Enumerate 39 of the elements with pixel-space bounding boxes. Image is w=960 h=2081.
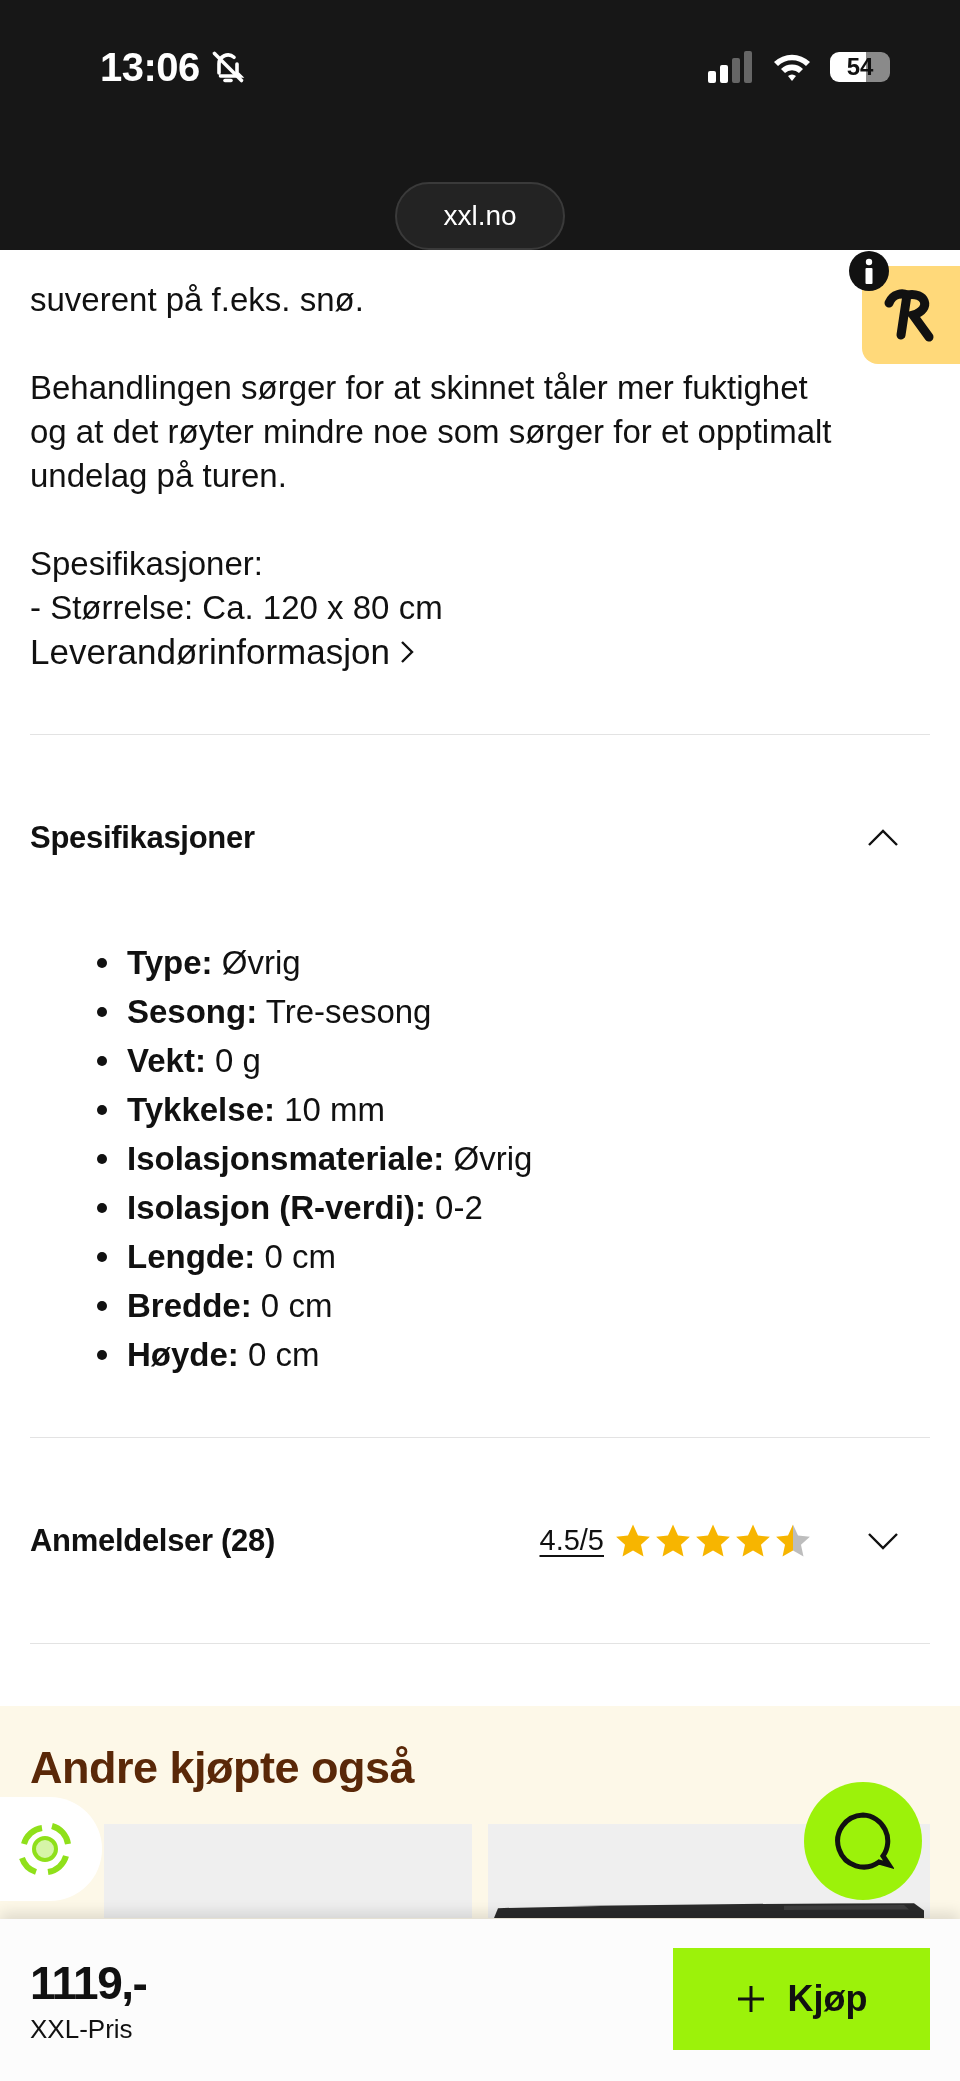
bullet: [97, 1104, 107, 1115]
wifi-icon: [772, 52, 812, 83]
price: 1119,-: [30, 1955, 147, 2010]
description-text: Spesifikasjoner: - Størrelse: Ca. 120 x 80 cm: [30, 544, 444, 628]
spec-item: Tykkelse: 10 mm: [127, 1090, 385, 1130]
spec-item: Type: Øvrig: [127, 943, 301, 983]
bullet: [97, 1055, 107, 1066]
spec-item: Isolasjon (R-verdi): 0-2: [127, 1188, 483, 1228]
section-title[interactable]: Spesifikasjoner: [30, 819, 866, 856]
status-time: 13:06: [100, 44, 200, 90]
bullet: [97, 1153, 107, 1164]
spec-item: Isolasjonsmateriale: Øvrig: [127, 1139, 533, 1179]
section-title[interactable]: Anmeldelser (28): [30, 1522, 540, 1559]
bullet: [97, 1006, 107, 1017]
bullet: [97, 957, 107, 968]
chevron-right-icon: [399, 640, 414, 664]
description-text: Behandlingen sørger for at skinnet tåler mer fuktighet og at det røyter mindre noe som sørger for et opptimalt undelag på turen.: [30, 368, 833, 496]
bullet: [97, 1251, 107, 1262]
spec-item: Bredde: 0 cm: [127, 1286, 333, 1326]
url-bar[interactable]: xxl.no: [395, 182, 565, 250]
supplier-link[interactable]: Leverandørinformasjon: [30, 632, 414, 672]
description-text: suverent på f.eks. snø.: [30, 280, 365, 320]
bullet: [97, 1202, 107, 1213]
chat-bubble-icon: [832, 1810, 894, 1872]
r-logo-badge[interactable]: [862, 266, 960, 364]
spec-item: Høyde: 0 cm: [127, 1335, 320, 1375]
section-heading: Andre kjøpte også: [30, 1742, 416, 1794]
spec-item: Sesong: Tre-sesong: [127, 992, 432, 1032]
info-icon[interactable]: [849, 251, 889, 291]
rating-link[interactable]: 4.5/5: [539, 1524, 604, 1557]
battery-indicator: 54: [830, 52, 890, 83]
price-label: XXL-Pris: [30, 2013, 134, 2045]
bullet: [97, 1300, 107, 1311]
buy-button[interactable]: Kjøp: [673, 1948, 930, 2050]
bullet: [97, 1349, 107, 1360]
spec-item: Vekt: 0 g: [127, 1041, 261, 1081]
plus-icon: [735, 1984, 766, 2014]
signal-icon: [708, 51, 754, 84]
spec-item: Lengde: 0 cm: [127, 1237, 336, 1277]
